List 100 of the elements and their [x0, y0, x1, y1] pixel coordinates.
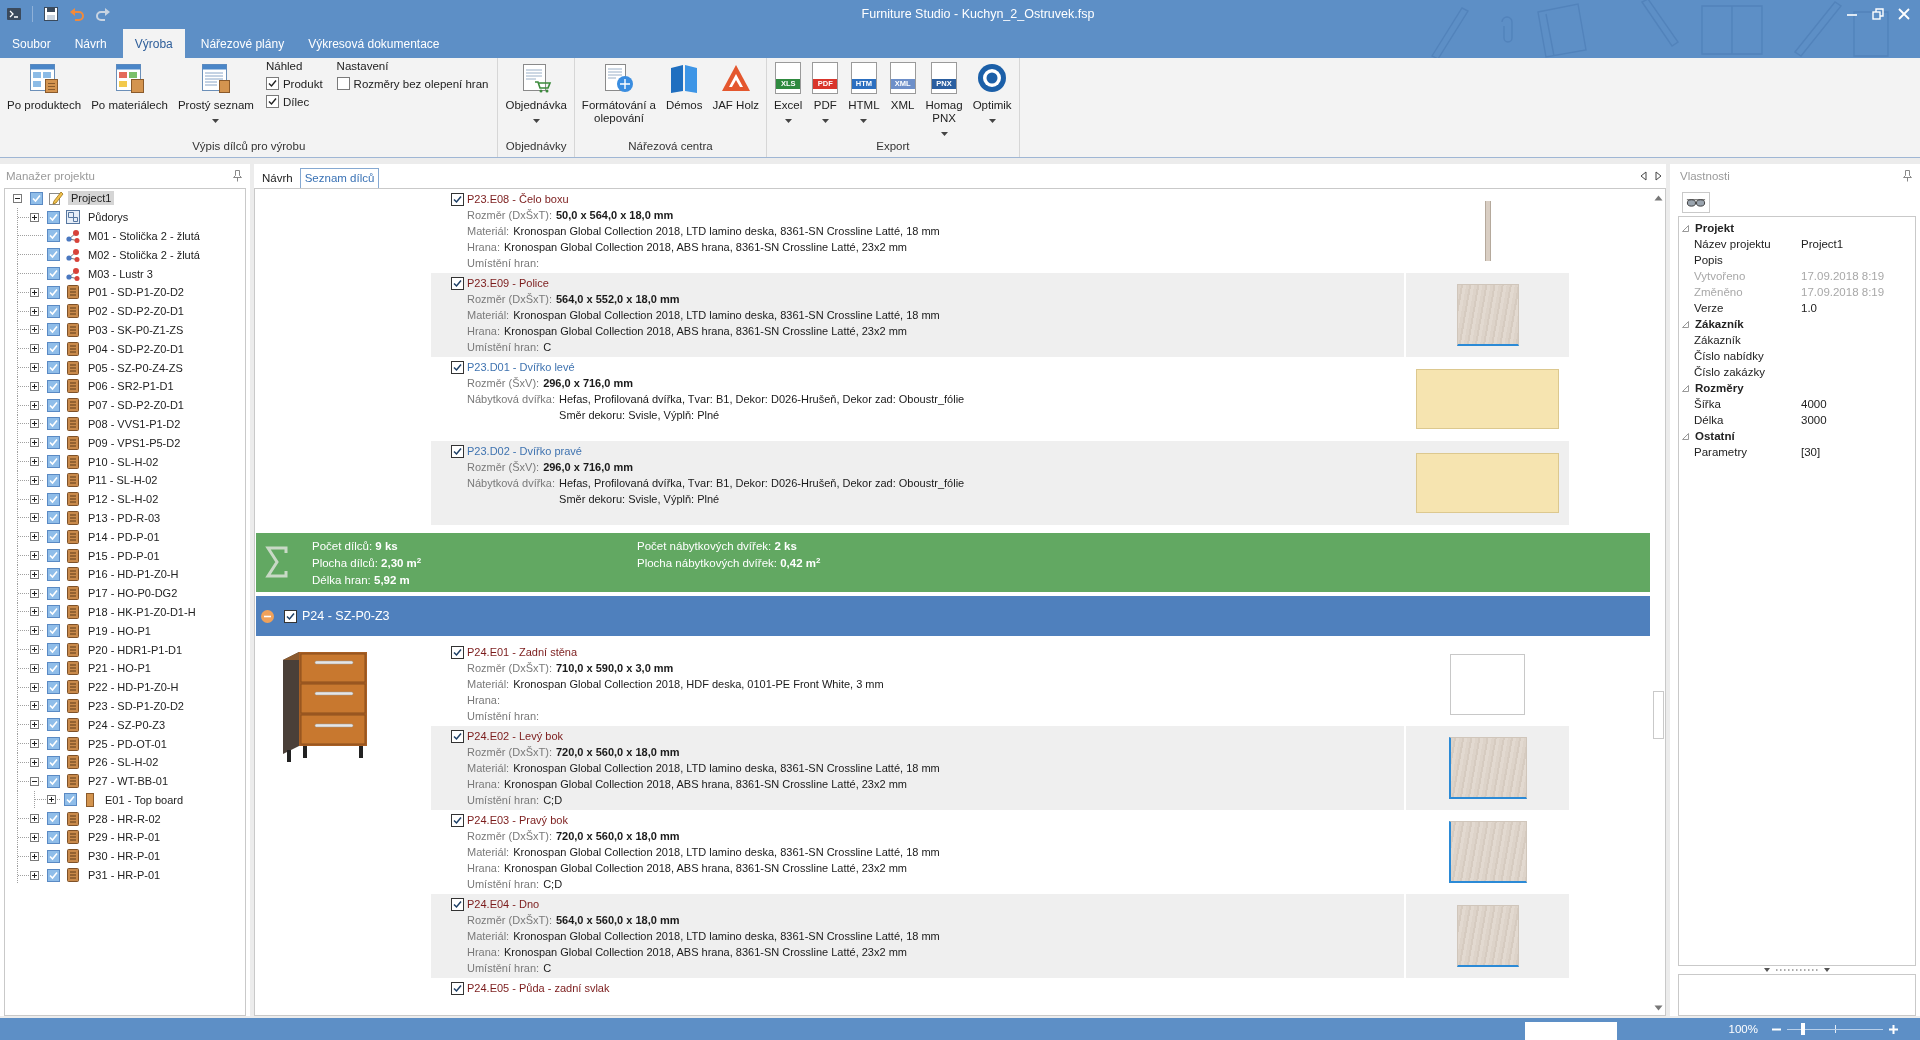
ribbon-button[interactable]: Prostý seznam	[173, 58, 258, 123]
checkbox[interactable]	[47, 248, 60, 262]
arrow-left-icon[interactable]	[1640, 171, 1647, 181]
checkbox[interactable]	[284, 609, 297, 623]
triangle-icon[interactable]	[1682, 224, 1689, 232]
part-title-link[interactable]: P23.E08 - Čelo boxu	[467, 191, 569, 207]
tree-item[interactable]: P13 - PD-R-03	[85, 510, 164, 525]
part-title-link[interactable]: P23.E09 - Police	[467, 275, 549, 291]
tree-toggle[interactable]	[30, 381, 39, 391]
tree-toggle[interactable]	[30, 739, 39, 748]
restore-icon[interactable]	[1872, 8, 1884, 20]
part-title-link[interactable]: P24.E03 - Pravý bok	[467, 812, 568, 828]
tree-item[interactable]: P30 - HR-P-01	[85, 849, 164, 864]
tree-toggle[interactable]	[30, 325, 39, 335]
checkbox[interactable]	[47, 455, 60, 469]
part-title-link[interactable]: P23.D01 - Dvířko levé	[467, 359, 575, 375]
checkbox[interactable]	[47, 774, 60, 788]
checkbox[interactable]	[47, 812, 60, 826]
checkbox[interactable]	[47, 361, 60, 375]
part-title-link[interactable]: P24.E04 - Dno	[467, 896, 540, 912]
part-title-link[interactable]: P24.E05 - Půda - zadní svlak	[467, 980, 610, 996]
tree-item[interactable]: P18 - HK-P1-Z0-D1-H	[85, 604, 199, 619]
tree-item[interactable]: P09 - VPS1-P5-D2	[85, 435, 184, 450]
ribbon-button[interactable]: Démos	[662, 58, 707, 112]
tree-item[interactable]: P23 - SD-P1-Z0-D2	[85, 698, 187, 713]
tree-item[interactable]: P20 - HDR1-P1-D1	[85, 642, 186, 657]
part-title-link[interactable]: P24.E02 - Levý bok	[467, 728, 563, 744]
tree-toggle[interactable]	[30, 588, 39, 598]
checkbox[interactable]	[47, 699, 60, 713]
part-title-link[interactable]: P23.D02 - Dvířko pravé	[467, 443, 582, 459]
checkbox[interactable]	[30, 191, 43, 205]
checkbox[interactable]	[47, 530, 60, 544]
triangle-icon[interactable]	[1682, 384, 1689, 392]
tree-item[interactable]: P01 - SD-P1-Z0-D2	[85, 285, 187, 300]
checkbox[interactable]	[47, 549, 60, 563]
ribbon-button[interactable]: Po materiálech	[87, 58, 172, 112]
tree-item[interactable]: M03 - Lustr 3	[85, 266, 156, 281]
zoom-slider-thumb[interactable]	[1801, 1023, 1806, 1035]
tree-item[interactable]: P06 - SR2-P1-D1	[85, 379, 177, 394]
checkbox[interactable]	[336, 77, 350, 90]
tree-toggle[interactable]	[30, 607, 39, 617]
tree-toggle[interactable]	[30, 701, 39, 711]
tree-item[interactable]: P29 - HR-P-01	[85, 830, 164, 845]
tree-toggle[interactable]	[30, 306, 39, 316]
view-mode-button[interactable]	[1682, 191, 1710, 213]
checkbox[interactable]	[47, 586, 60, 600]
scroll-down-icon[interactable]	[1654, 1005, 1663, 1011]
close-icon[interactable]	[1898, 8, 1910, 20]
tree-toggle[interactable]	[30, 776, 39, 786]
scroll-up-icon[interactable]	[1654, 195, 1663, 201]
document-tab[interactable]: Seznam dílců	[299, 168, 380, 188]
checkbox[interactable]	[47, 398, 60, 412]
tree-toggle[interactable]	[30, 212, 39, 222]
tree-item[interactable]: P22 - HD-P1-Z0-H	[85, 680, 182, 695]
tree-toggle[interactable]	[30, 344, 39, 354]
pin-icon[interactable]	[1903, 170, 1912, 182]
tree-item[interactable]: P11 - SL-H-02	[85, 473, 161, 488]
checkbox[interactable]	[47, 304, 60, 318]
ribbon-button[interactable]: JAF Holz	[708, 58, 764, 112]
tree-toggle[interactable]	[30, 494, 39, 504]
tree-item[interactable]: P19 - HO-P1	[85, 623, 154, 638]
checkbox[interactable]	[47, 285, 60, 299]
tree-item[interactable]: P25 - PD-OT-01	[85, 736, 170, 751]
checkbox[interactable]	[451, 729, 464, 743]
checkbox[interactable]	[451, 897, 464, 911]
tree-item[interactable]: P31 - HR-P-01	[85, 868, 164, 883]
tree-toggle[interactable]	[30, 363, 39, 373]
tree-toggle[interactable]	[30, 569, 39, 579]
checkbox[interactable]	[265, 95, 279, 108]
plus-icon[interactable]	[1889, 1024, 1898, 1034]
checkbox[interactable]	[47, 718, 60, 732]
tree-item[interactable]: P12 - SL-H-02	[85, 492, 162, 507]
tree-item[interactable]: P27 - WT-BB-01	[85, 774, 172, 789]
checkbox[interactable]	[47, 661, 60, 675]
tree-toggle[interactable]	[30, 438, 39, 448]
tree-item[interactable]: P02 - SD-P2-Z0-D1	[85, 304, 187, 319]
tree-item[interactable]: P04 - SD-P2-Z0-D1	[85, 341, 187, 356]
splitter-grip-icon[interactable]	[1764, 967, 1830, 973]
tree-toggle[interactable]	[30, 626, 39, 636]
checkbox[interactable]	[451, 981, 464, 995]
terminal-icon[interactable]	[6, 6, 22, 22]
tree-item[interactable]: P03 - SK-P0-Z1-ZS	[85, 322, 187, 337]
checkbox[interactable]	[451, 192, 464, 206]
tree-item[interactable]: P10 - SL-H-02	[85, 454, 162, 469]
checkbox[interactable]	[451, 360, 464, 374]
tree-toggle[interactable]	[30, 645, 39, 654]
checkbox[interactable]	[47, 436, 60, 450]
checkbox[interactable]	[47, 868, 60, 882]
tree-toggle[interactable]	[30, 663, 39, 673]
tree-toggle[interactable]	[30, 457, 39, 467]
tree-toggle[interactable]	[30, 551, 39, 561]
tree-toggle[interactable]	[30, 720, 39, 730]
tree-item[interactable]: P24 - SZ-P0-Z3	[85, 717, 169, 732]
checkbox[interactable]	[47, 342, 60, 356]
document-tab[interactable]: Návrh	[257, 168, 298, 188]
checkbox[interactable]	[451, 813, 464, 827]
checkbox[interactable]	[451, 444, 464, 458]
tree-item[interactable]: P14 - PD-P-01	[85, 529, 163, 544]
checkbox[interactable]	[451, 276, 464, 290]
tree-toggle[interactable]	[30, 400, 39, 410]
